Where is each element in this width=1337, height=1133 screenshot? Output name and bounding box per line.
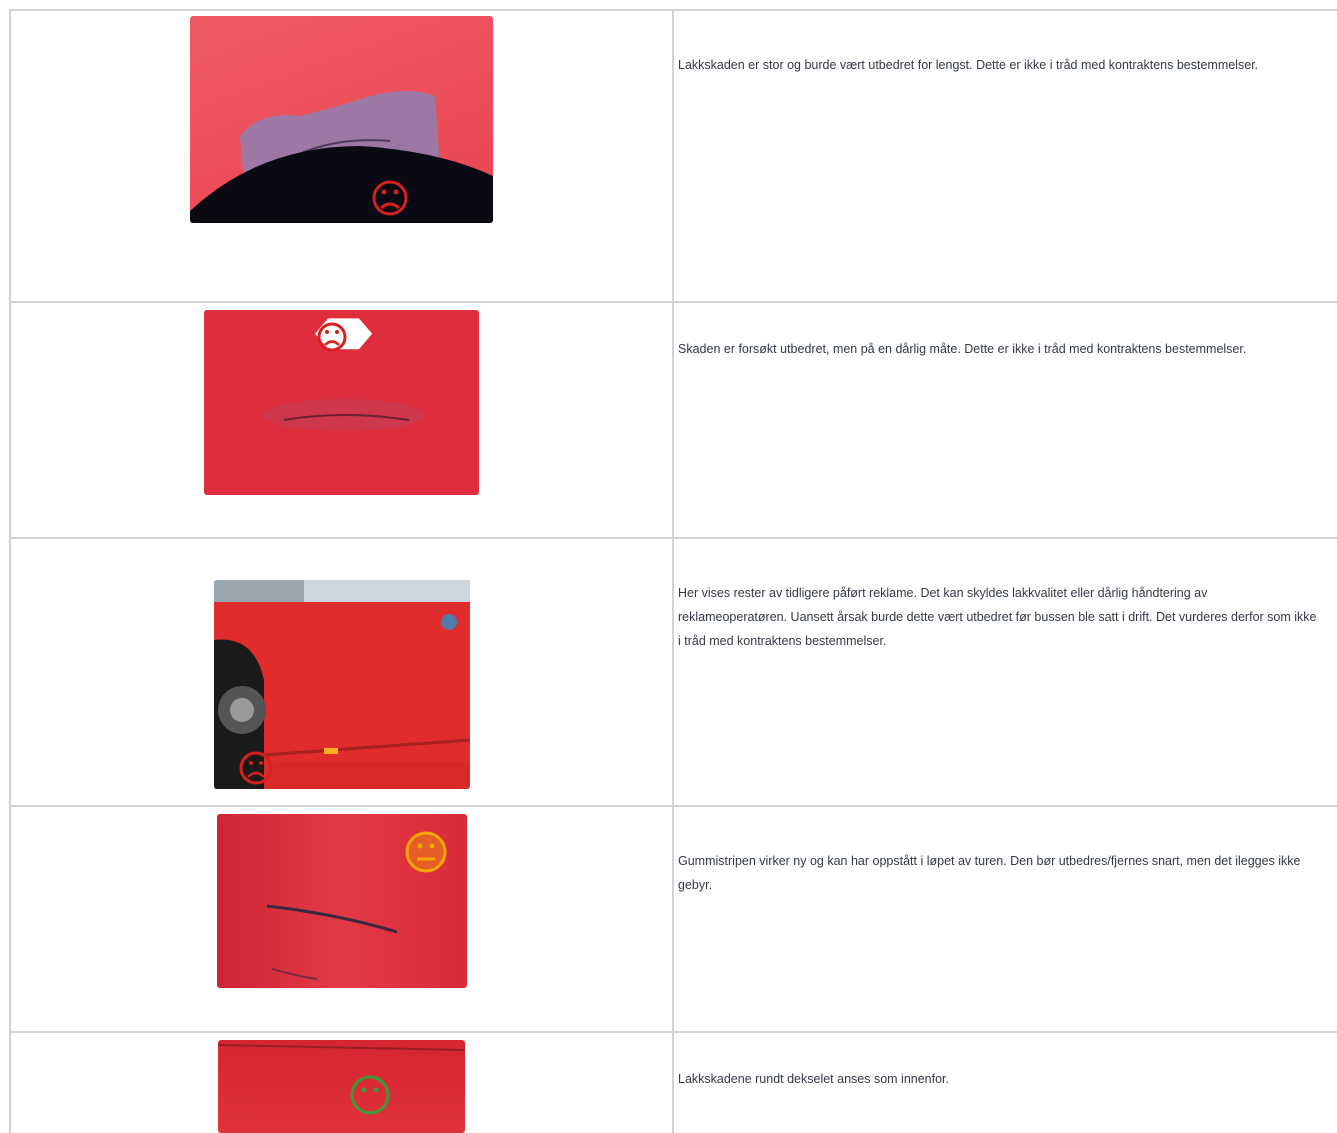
description-cell: Her vises rester av tidligere påført rek…: [674, 539, 1337, 805]
description-text: Gummistripen virker ny og kan har oppstå…: [678, 854, 1301, 892]
description-text: Lakkskadene rundt dekselet anses som inn…: [678, 1072, 950, 1086]
paint-damage-photo: [190, 16, 493, 223]
inspection-table: Lakkskaden er stor og burde vært utbedre…: [9, 9, 1337, 1133]
rubber-stripe-photo: [217, 814, 467, 988]
photo-cell: [9, 539, 674, 805]
repaired-scratch-photo: [204, 310, 479, 495]
cover-paint-photo: [218, 1040, 465, 1133]
photo-cell: [9, 303, 674, 537]
photo-cell: [9, 11, 674, 301]
description-cell: Lakkskaden er stor og burde vært utbedre…: [674, 11, 1337, 301]
photo-cell: [9, 1033, 674, 1133]
table-row: Lakkskaden er stor og burde vært utbedre…: [9, 9, 1337, 301]
table-row: Lakkskadene rundt dekselet anses som inn…: [9, 1031, 1337, 1133]
table-row: Skaden er forsøkt utbedret, men på en då…: [9, 301, 1337, 537]
description-text: Her vises rester av tidligere påført rek…: [678, 586, 1317, 648]
description-cell: Skaden er forsøkt utbedret, men på en då…: [674, 303, 1337, 537]
description-text: Skaden er forsøkt utbedret, men på en då…: [678, 342, 1247, 356]
description-cell: Gummistripen virker ny og kan har oppstå…: [674, 807, 1337, 1031]
description-cell: Lakkskadene rundt dekselet anses som inn…: [674, 1033, 1337, 1133]
neutral-face-icon: [405, 831, 447, 873]
description-text: Lakkskaden er stor og burde vært utbedre…: [678, 58, 1259, 72]
bus-side-photo: [214, 580, 470, 789]
table-row: Gummistripen virker ny og kan har oppstå…: [9, 805, 1337, 1031]
happy-face-icon: [350, 1075, 390, 1115]
photo-cell: [9, 807, 674, 1031]
table-row: Her vises rester av tidligere påført rek…: [9, 537, 1337, 805]
